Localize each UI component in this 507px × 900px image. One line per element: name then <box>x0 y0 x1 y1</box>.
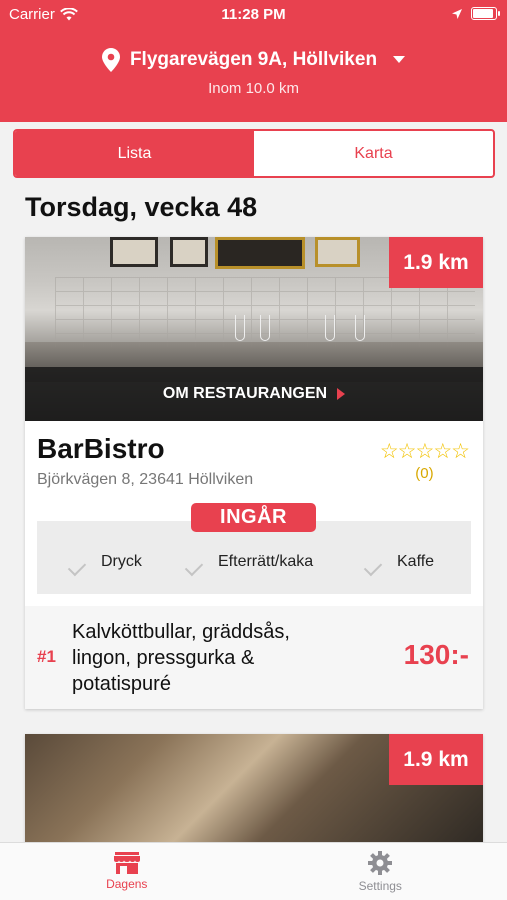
includes-badge: INGÅR <box>191 503 316 532</box>
gear-icon <box>368 851 393 875</box>
radius-label: Inom 10.0 km <box>208 80 299 97</box>
include-label: Efterrätt/kaka <box>218 553 314 570</box>
include-label: Dryck <box>101 553 142 570</box>
check-icon <box>69 559 89 573</box>
include-item: Efterrätt/kaka <box>186 553 313 571</box>
photo-frame <box>315 237 360 267</box>
rating: ☆☆☆☆☆ (0) <box>379 439 470 482</box>
include-item: Kaffe <box>365 553 434 571</box>
dish-price: 130:- <box>403 639 469 670</box>
rating-count: (0) <box>415 465 434 482</box>
check-icon <box>365 559 385 573</box>
page-title: Torsdag, vecka 48 <box>25 192 258 222</box>
tab-today[interactable]: Dagens <box>0 843 254 900</box>
photo-frame <box>170 237 208 267</box>
dish-name: Kalvköttbullar, gräddsås, lingon, pressg… <box>72 621 290 695</box>
tab-list[interactable]: Lista <box>15 131 254 176</box>
star-rating-icon: ☆☆☆☆☆ <box>379 440 470 463</box>
tab-settings[interactable]: Settings <box>254 843 507 900</box>
photo-glass <box>235 315 245 341</box>
view-toggle: Lista Karta <box>13 129 495 178</box>
chevron-right-icon <box>337 388 346 400</box>
restaurant-card[interactable]: 1.9 km <box>25 734 483 844</box>
tab-bar: Dagens Settings <box>0 842 507 900</box>
location-selector[interactable]: Flygarevägen 9A, Höllviken <box>0 48 507 72</box>
distance-badge: 1.9 km <box>389 734 483 785</box>
tab-today-label: Dagens <box>106 877 148 891</box>
location-arrow-icon <box>452 8 462 19</box>
dish-rank: #1 <box>37 647 56 666</box>
clock: 11:28 PM <box>221 6 286 23</box>
restaurant-name: BarBistro <box>37 433 165 464</box>
distance-badge: 1.9 km <box>389 237 483 288</box>
tab-map[interactable]: Karta <box>254 131 493 176</box>
battery-icon <box>471 7 500 20</box>
map-pin-icon <box>101 48 120 72</box>
tab-settings-label: Settings <box>358 879 402 893</box>
photo-frame <box>215 237 305 269</box>
photo-glass <box>260 315 270 341</box>
restaurant-address: Björkvägen 8, 23641 Höllviken <box>37 471 254 488</box>
status-right <box>451 7 500 20</box>
address-label: Flygarevägen 9A, Höllviken <box>129 49 378 70</box>
store-icon <box>113 852 140 874</box>
restaurant-photo: 1.9 km <box>25 734 483 844</box>
photo-frame <box>110 237 158 267</box>
status-bar: Carrier 11:28 PM <box>0 4 507 26</box>
check-icon <box>186 559 206 573</box>
restaurant-card[interactable]: 1.9 km OM RESTAURANGEN BarBistro Björkvä… <box>25 237 483 709</box>
photo-glass <box>355 315 365 341</box>
restaurant-photo: 1.9 km OM RESTAURANGEN <box>25 237 483 421</box>
about-restaurant-label: OM RESTAURANGEN <box>162 385 328 402</box>
chevron-down-icon <box>393 56 406 63</box>
header: Carrier 11:28 PM Flygarevägen 9A, Höllvi… <box>0 0 507 122</box>
about-restaurant-button[interactable]: OM RESTAURANGEN <box>25 367 483 421</box>
dish-row[interactable]: #1 Kalvköttbullar, gräddsås, lingon, pre… <box>25 606 483 709</box>
photo-glass <box>325 315 335 341</box>
include-item: Dryck <box>69 553 142 571</box>
include-label: Kaffe <box>397 553 435 570</box>
